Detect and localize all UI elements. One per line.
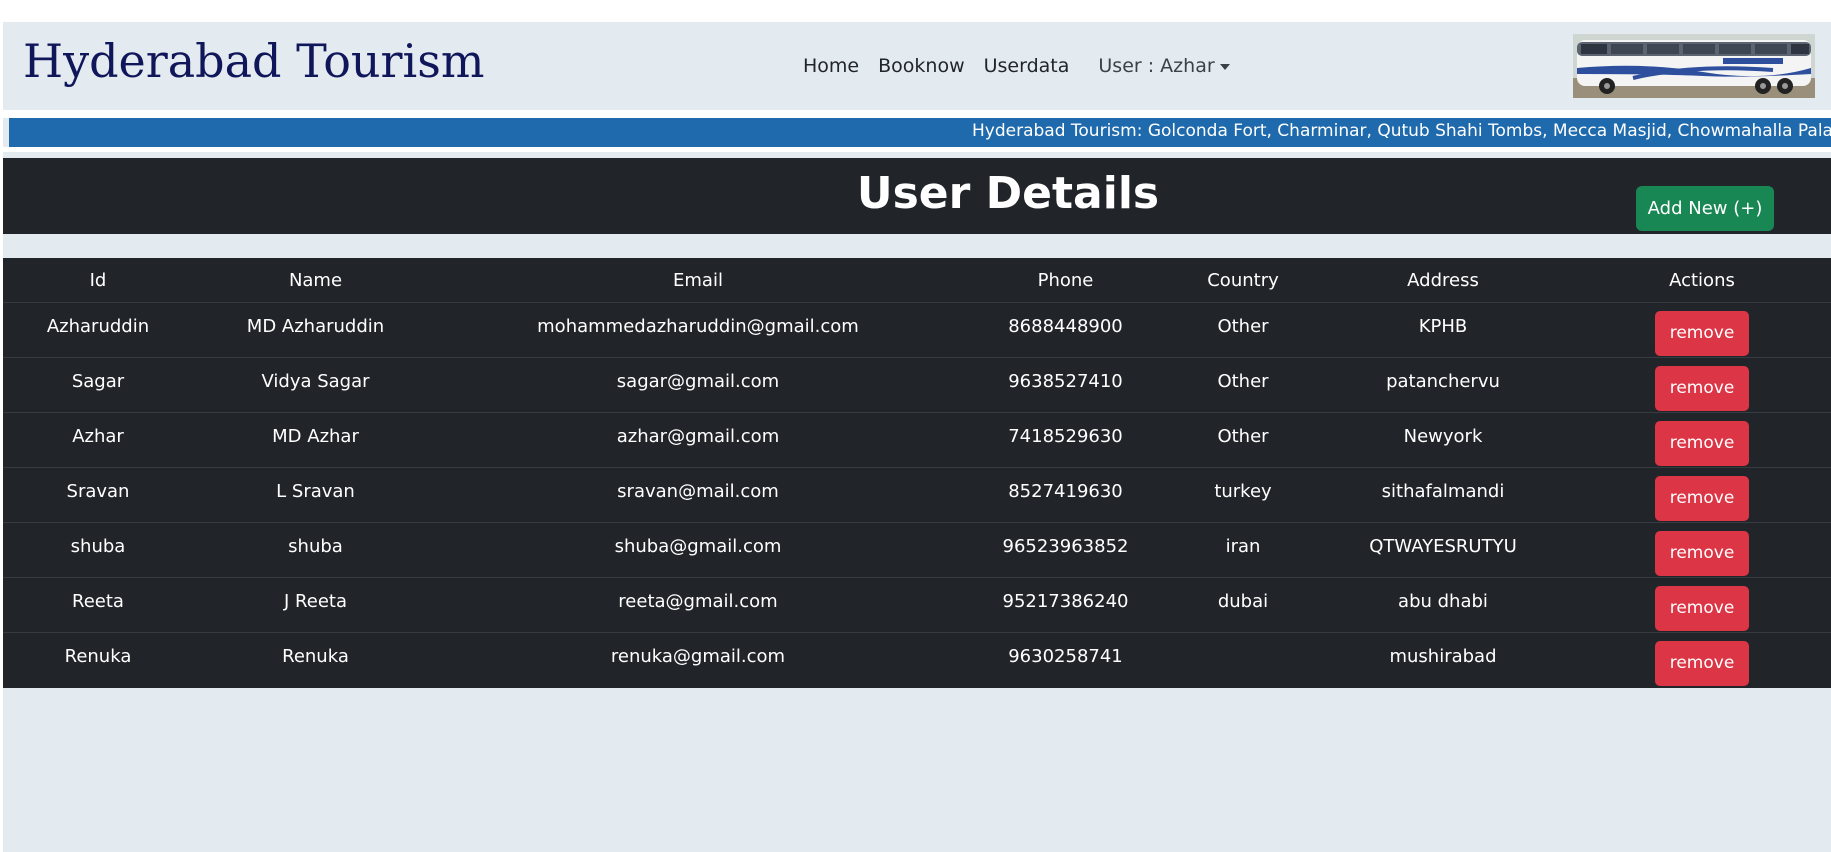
table-row: Reeta J Reeta reeta@gmail.com 9521738624… xyxy=(3,577,1831,633)
cell-country: turkey xyxy=(1214,481,1272,502)
page: Hyderabad Tourism Home Booknow Userdata … xyxy=(3,22,1831,852)
header-id: Id xyxy=(89,269,107,291)
cell-email: sagar@gmail.com xyxy=(616,371,780,392)
cell-address: KPHB xyxy=(1418,316,1468,337)
cell-actions: remove xyxy=(1573,303,1831,358)
add-new-button[interactable]: Add New (+) xyxy=(1636,186,1774,231)
cell-actions: remove xyxy=(1573,358,1831,413)
navbar: Hyderabad Tourism Home Booknow Userdata … xyxy=(3,22,1831,110)
cell-phone: 9630258741 xyxy=(1008,646,1123,667)
cell-id: Reeta xyxy=(72,591,124,612)
cell-country: iran xyxy=(1225,536,1261,557)
cell-phone: 95217386240 xyxy=(1002,591,1129,612)
cell-id: Sravan xyxy=(66,481,130,502)
cell-actions: remove xyxy=(1573,578,1831,633)
remove-button[interactable]: remove xyxy=(1655,641,1749,686)
nav-links: Home Booknow Userdata User : Azhar xyxy=(803,55,1230,77)
ticker-banner: Hyderabad Tourism: Golconda Fort, Charmi… xyxy=(9,118,1831,147)
user-dropdown[interactable]: User : Azhar xyxy=(1098,55,1230,77)
page-header: User Details Add New (+) xyxy=(3,158,1831,234)
cell-country: Other xyxy=(1217,371,1269,392)
cell-address: sithafalmandi xyxy=(1381,481,1505,502)
cell-actions: remove xyxy=(1573,523,1831,578)
user-table-container: Id Name Email Phone Country Address Acti… xyxy=(3,258,1831,688)
cell-name: MD Azharuddin xyxy=(246,316,385,337)
header-address: Address xyxy=(1407,269,1479,291)
separator xyxy=(3,110,1831,118)
table-row: Azharuddin MD Azharuddin mohammedazharud… xyxy=(3,302,1831,358)
caret-down-icon xyxy=(1219,64,1230,70)
cell-country: dubai xyxy=(1217,591,1269,612)
cell-actions: remove xyxy=(1573,468,1831,523)
cell-email: renuka@gmail.com xyxy=(610,646,786,667)
cell-address: Newyork xyxy=(1403,426,1483,447)
cell-address: mushirabad xyxy=(1389,646,1497,667)
separator xyxy=(3,147,1831,152)
remove-button[interactable]: remove xyxy=(1655,421,1749,466)
cell-country: Other xyxy=(1217,316,1269,337)
cell-name: MD Azhar xyxy=(272,426,359,447)
cell-actions: remove xyxy=(1573,413,1831,468)
cell-name: Renuka xyxy=(282,646,349,667)
user-dropdown-label: User : Azhar xyxy=(1098,55,1215,77)
cell-id: Azhar xyxy=(72,426,124,447)
table-row: Sravan L Sravan sravan@mail.com 85274196… xyxy=(3,467,1831,523)
cell-name: L Sravan xyxy=(276,481,355,502)
header-phone: Phone xyxy=(1037,269,1094,291)
nav-userdata-link[interactable]: Userdata xyxy=(984,55,1070,77)
remove-button[interactable]: remove xyxy=(1655,531,1749,576)
cell-phone: 8527419630 xyxy=(1008,481,1123,502)
cell-id: Renuka xyxy=(64,646,132,667)
cell-name: Vidya Sagar xyxy=(261,371,370,392)
remove-button[interactable]: remove xyxy=(1655,586,1749,631)
user-table: Id Name Email Phone Country Address Acti… xyxy=(3,258,1831,688)
ticker-text: Hyderabad Tourism: Golconda Fort, Charmi… xyxy=(972,121,1831,141)
nav-booknow-link[interactable]: Booknow xyxy=(878,55,965,77)
header-name: Name xyxy=(288,269,343,291)
table-row: Sagar Vidya Sagar sagar@gmail.com 963852… xyxy=(3,357,1831,413)
cell-email: sravan@mail.com xyxy=(617,481,779,502)
cell-email: reeta@gmail.com xyxy=(618,591,778,612)
cell-address: patanchervu xyxy=(1386,371,1500,392)
cell-actions: remove xyxy=(1573,633,1831,688)
cell-email: mohammedazharuddin@gmail.com xyxy=(537,316,859,337)
cell-phone: 9638527410 xyxy=(1008,371,1123,392)
remove-button[interactable]: remove xyxy=(1655,311,1749,356)
cell-email: azhar@gmail.com xyxy=(616,426,780,447)
table-row: shuba shuba shuba@gmail.com 96523963852 … xyxy=(3,522,1831,578)
nav-home-link[interactable]: Home xyxy=(803,55,859,77)
table-row: Azhar MD Azhar azhar@gmail.com 741852963… xyxy=(3,412,1831,468)
brand-title[interactable]: Hyderabad Tourism xyxy=(23,38,484,84)
cell-id: shuba xyxy=(70,536,126,557)
remove-button[interactable]: remove xyxy=(1655,366,1749,411)
bus-image xyxy=(1573,34,1815,98)
table-row: Renuka Renuka renuka@gmail.com 963025874… xyxy=(3,632,1831,688)
cell-email: shuba@gmail.com xyxy=(614,536,782,557)
cell-country: Other xyxy=(1217,426,1269,447)
header-actions: Actions xyxy=(1669,269,1735,291)
cell-address: abu dhabi xyxy=(1398,591,1488,612)
cell-id: Azharuddin xyxy=(46,316,150,337)
header-country: Country xyxy=(1207,269,1279,291)
cell-country xyxy=(1173,633,1313,688)
cell-name: J Reeta xyxy=(284,591,347,612)
cell-phone: 8688448900 xyxy=(1008,316,1123,337)
remove-button[interactable]: remove xyxy=(1655,476,1749,521)
page-title: User Details xyxy=(856,168,1160,219)
cell-address: QTWAYESRUTYU xyxy=(1369,536,1517,557)
cell-id: Sagar xyxy=(71,371,125,392)
cell-name: shuba xyxy=(288,536,343,557)
header-email: Email xyxy=(673,269,723,291)
cell-phone: 96523963852 xyxy=(1002,536,1129,557)
cell-phone: 7418529630 xyxy=(1008,426,1123,447)
table-header-row: Id Name Email Phone Country Address Acti… xyxy=(3,258,1831,303)
